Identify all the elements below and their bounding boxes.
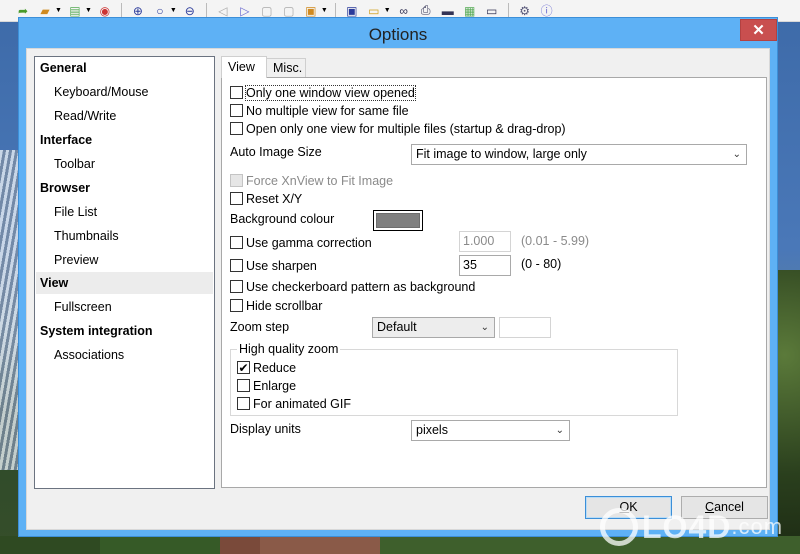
reset-xy-row[interactable]: Reset X/Y	[230, 190, 302, 207]
tree-item-fullscreen[interactable]: Fullscreen	[36, 296, 213, 318]
chevron-down-icon: ⌄	[555, 425, 564, 436]
view-settings-panel: Only one window view opened No multiple …	[221, 77, 767, 488]
force-fit-label: Force XnView to Fit Image	[246, 173, 394, 188]
high-quality-zoom-group: High quality zoom ✔ Reduce Enlarge For a…	[230, 342, 678, 416]
reduce-checkbox[interactable]: ✔	[237, 361, 250, 374]
tree-item-read-write[interactable]: Read/Write	[36, 105, 213, 127]
open-only-one-view-row[interactable]: Open only one view for multiple files (s…	[230, 120, 566, 137]
checkerboard-checkbox[interactable]	[230, 280, 243, 293]
sharpen-label[interactable]: Use sharpen	[246, 259, 317, 273]
auto-image-size-select[interactable]: Fit image to window, large only ⌄	[411, 144, 747, 165]
hide-scrollbar-checkbox[interactable]	[230, 299, 243, 312]
zoom-step-input[interactable]	[499, 317, 551, 338]
tree-item-interface[interactable]: Interface	[36, 129, 213, 151]
tree-item-browser[interactable]: Browser	[36, 177, 213, 199]
reduce-label[interactable]: Reduce	[253, 361, 296, 375]
open-only-one-view-checkbox[interactable]	[230, 122, 243, 135]
tree-item-preview[interactable]: Preview	[36, 249, 213, 271]
tree-item-thumbnails[interactable]: Thumbnails	[36, 225, 213, 247]
dropdown-arrow-icon[interactable]: ▼	[170, 7, 177, 14]
check-icon: ✔	[238, 360, 249, 375]
only-one-window-label[interactable]: Only one window view opened	[245, 84, 416, 101]
close-icon: ✕	[752, 22, 765, 39]
dropdown-arrow-icon[interactable]: ▼	[321, 7, 328, 14]
sharpen-checkbox[interactable]	[230, 259, 243, 272]
enlarge-checkbox[interactable]	[237, 379, 250, 392]
lo4d-logo-icon	[600, 508, 638, 546]
enlarge-row[interactable]: Enlarge	[237, 377, 296, 394]
tree-item-system-integration[interactable]: System integration	[36, 320, 213, 342]
dropdown-arrow-icon[interactable]: ▼	[55, 7, 62, 14]
tree-item-associations[interactable]: Associations	[36, 344, 213, 366]
watermark-suffix: .com	[731, 514, 784, 539]
no-multiple-view-label[interactable]: No multiple view for same file	[246, 104, 409, 118]
tree-item-view[interactable]: View	[36, 272, 213, 294]
reset-xy-checkbox[interactable]	[230, 192, 243, 205]
gamma-range: (0.01 - 5.99)	[521, 234, 590, 248]
sharpen-input[interactable]: 35	[459, 255, 511, 276]
chevron-down-icon: ⌄	[480, 322, 489, 333]
no-multiple-view-checkbox[interactable]	[230, 104, 243, 117]
checkerboard-label[interactable]: Use checkerboard pattern as background	[246, 280, 475, 294]
zoom-step-value: Default	[377, 320, 417, 334]
background-colour-label: Background colour	[230, 212, 335, 226]
background-colour-button[interactable]	[373, 210, 423, 231]
lo4d-watermark: LO4D .com	[600, 504, 790, 550]
watermark-text: LO4D	[642, 508, 732, 545]
only-one-window-checkbox[interactable]	[230, 86, 243, 99]
dropdown-arrow-icon[interactable]: ▼	[85, 7, 92, 14]
no-multiple-view-row[interactable]: No multiple view for same file	[230, 102, 409, 119]
close-button[interactable]: ✕	[740, 19, 777, 41]
auto-image-size-value: Fit image to window, large only	[416, 147, 587, 161]
background-colour-swatch	[376, 213, 420, 228]
reset-xy-label[interactable]: Reset X/Y	[246, 192, 302, 206]
zoom-step-label: Zoom step	[230, 320, 290, 334]
dropdown-arrow-icon[interactable]: ▼	[384, 7, 391, 14]
animated-gif-row[interactable]: For animated GIF	[237, 395, 351, 412]
tree-item-keyboard-mouse[interactable]: Keyboard/Mouse	[36, 81, 213, 103]
title-bar[interactable]: Options ✕	[19, 18, 777, 48]
auto-image-size-label: Auto Image Size	[230, 145, 322, 159]
gamma-label[interactable]: Use gamma correction	[246, 236, 372, 250]
reduce-row[interactable]: ✔ Reduce	[237, 359, 296, 376]
gamma-row[interactable]: Use gamma correction	[230, 234, 372, 251]
hide-scrollbar-row[interactable]: Hide scrollbar	[230, 297, 322, 314]
tab-view[interactable]: View	[221, 56, 267, 78]
dialog-title: Options	[368, 25, 428, 44]
force-fit-checkbox	[230, 174, 243, 187]
force-fit-row: Force XnView to Fit Image	[230, 172, 393, 189]
hide-scrollbar-label[interactable]: Hide scrollbar	[246, 299, 322, 313]
sharpen-row[interactable]: Use sharpen	[230, 257, 317, 274]
animated-gif-label[interactable]: For animated GIF	[253, 397, 351, 411]
tab-misc[interactable]: Misc.	[266, 58, 306, 77]
animated-gif-checkbox[interactable]	[237, 397, 250, 410]
tree-item-general[interactable]: General	[36, 57, 213, 79]
dialog-client-area: General Keyboard/Mouse Read/Write Interf…	[26, 48, 770, 530]
options-dialog: Options ✕ General Keyboard/Mouse Read/Wr…	[18, 17, 778, 537]
display-units-select[interactable]: pixels ⌄	[411, 420, 570, 441]
gamma-input[interactable]: 1.000	[459, 231, 511, 252]
checkerboard-row[interactable]: Use checkerboard pattern as background	[230, 278, 475, 295]
tree-item-toolbar[interactable]: Toolbar	[36, 153, 213, 175]
chevron-down-icon: ⌄	[732, 149, 741, 160]
sharpen-range: (0 - 80)	[521, 257, 562, 271]
enlarge-label[interactable]: Enlarge	[253, 379, 296, 393]
display-units-label: Display units	[230, 422, 301, 436]
open-only-one-view-label[interactable]: Open only one view for multiple files (s…	[246, 122, 566, 136]
gamma-checkbox[interactable]	[230, 236, 243, 249]
only-one-window-row[interactable]: Only one window view opened	[230, 84, 416, 101]
high-quality-zoom-title: High quality zoom	[237, 342, 341, 356]
display-units-value: pixels	[416, 423, 448, 437]
category-tree: General Keyboard/Mouse Read/Write Interf…	[34, 56, 215, 489]
tree-item-file-list[interactable]: File List	[36, 201, 213, 223]
zoom-step-select[interactable]: Default ⌄	[372, 317, 495, 338]
